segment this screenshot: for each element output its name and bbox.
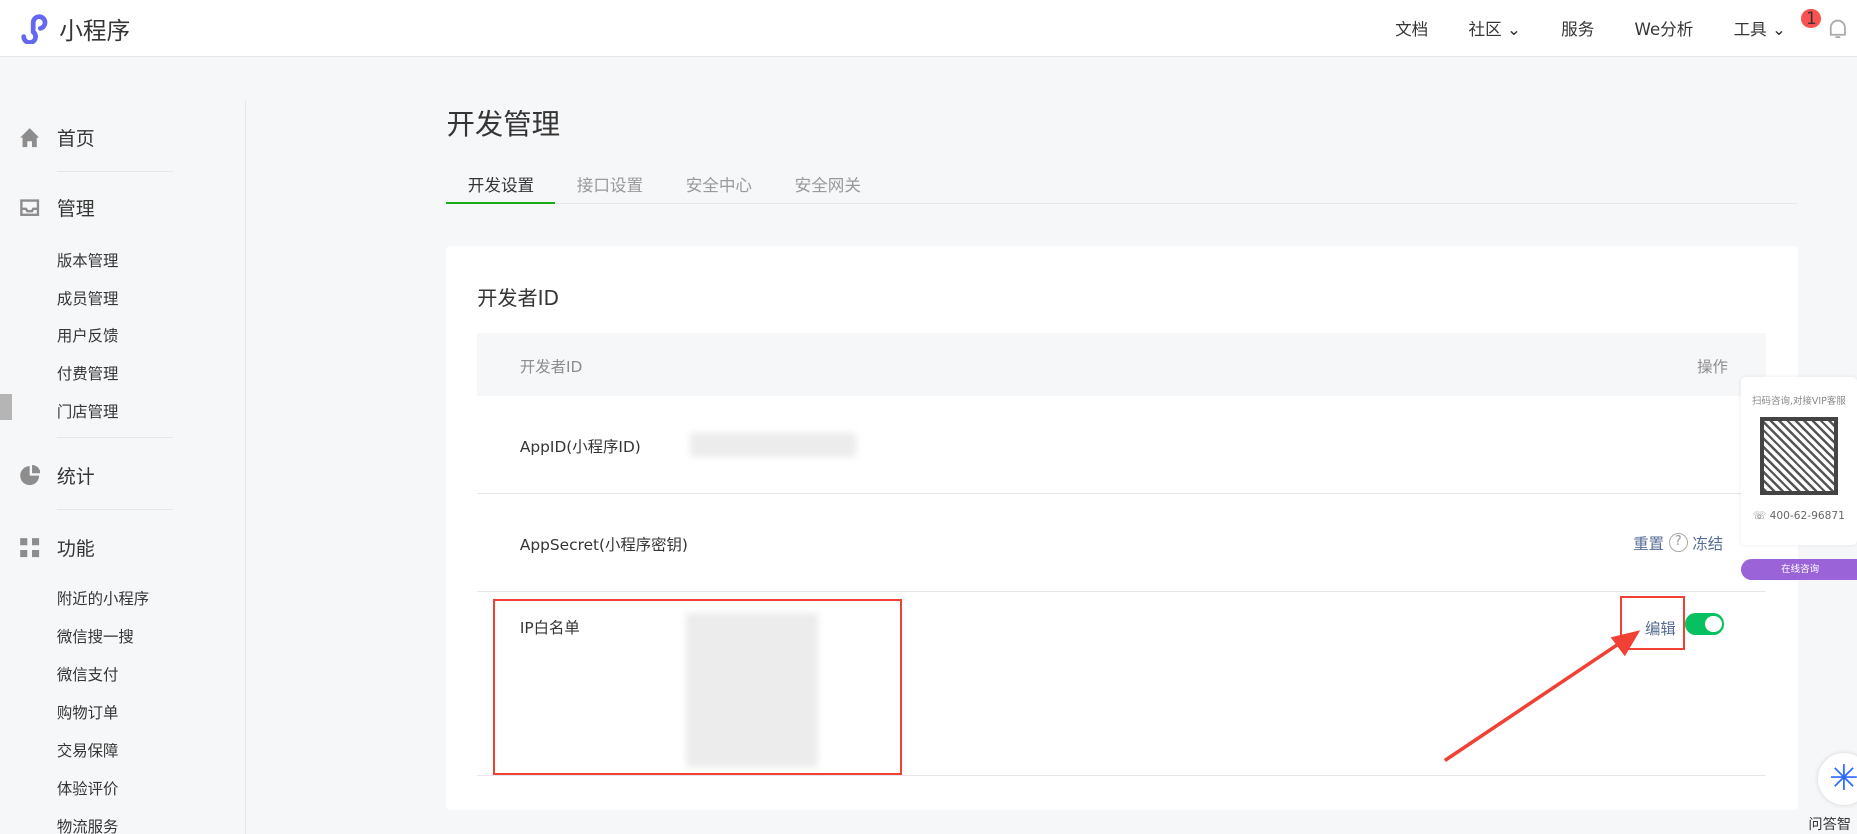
sidebar-collapse-handle[interactable]	[0, 394, 12, 421]
appid-value-redacted	[690, 433, 857, 458]
inbox-icon	[20, 199, 40, 216]
assistant-icon[interactable]: ✳	[1817, 753, 1857, 806]
qr-code-icon	[1759, 416, 1838, 495]
table-row-appid: AppID(小程序ID)	[477, 396, 1766, 494]
nav-services[interactable]: 服务	[1561, 16, 1594, 40]
sidebar-label: 功能	[56, 538, 95, 561]
assistant-label: 问答智能	[1808, 816, 1852, 833]
pie-chart-icon	[20, 464, 41, 485]
vip-consult-panel: 扫码咨询,对接VIP客服 ☏ 400-62-96871	[1740, 376, 1857, 545]
app-name: 小程序	[59, 16, 131, 45]
sidebar-item-nearby[interactable]: 附近的小程序	[57, 587, 149, 609]
phone-text: 400-62-96871	[1769, 509, 1845, 522]
sidebar-item-wxpay[interactable]: 微信支付	[57, 663, 119, 685]
sidebar: 首页 管理 版本管理 成员管理 用户反馈 付费管理 门店管理 统计 功能 附近的…	[0, 100, 247, 834]
divider	[56, 509, 173, 511]
nav-tools[interactable]: 工具 ⌄	[1734, 16, 1786, 40]
sidebar-label: 首页	[56, 128, 95, 151]
appid-label: AppID(小程序ID)	[519, 437, 641, 456]
card-title: 开发者ID	[477, 285, 560, 310]
notification-badge: 1	[1801, 9, 1822, 29]
sidebar-item-members[interactable]: 成员管理	[57, 287, 119, 309]
tab-security-center[interactable]: 安全中心	[664, 166, 773, 204]
help-icon[interactable]: ?	[1668, 533, 1688, 553]
sidebar-item-guarantee[interactable]: 交易保障	[57, 739, 119, 761]
col-developer-id: 开发者ID	[519, 358, 583, 377]
sidebar-label: 管理	[56, 198, 95, 221]
highlight-box-ip	[492, 599, 903, 775]
top-bar: 小程序 文档 社区 ⌄ 服务 We分析 工具 ⌄ 1	[0, 0, 1857, 57]
qr-caption: 扫码咨询,对接VIP客服	[1752, 396, 1846, 408]
sidebar-item-search[interactable]: 微信搜一搜	[57, 625, 134, 647]
sidebar-item-stats[interactable]: 统计	[19, 462, 95, 489]
logo[interactable]: 小程序	[19, 12, 130, 46]
table-header: 开发者ID 操作	[477, 332, 1766, 396]
page-title: 开发管理	[446, 107, 561, 141]
reset-link[interactable]: 重置	[1633, 532, 1664, 554]
col-action: 操作	[1697, 358, 1728, 377]
sidebar-item-reviews[interactable]: 体验评价	[57, 777, 119, 799]
table-row-appsecret: AppSecret(小程序密钥) 重置 ? 冻结	[477, 494, 1766, 593]
bell-icon[interactable]: 1	[1801, 9, 1850, 41]
sidebar-item-orders[interactable]: 购物订单	[57, 701, 119, 723]
tab-api-settings[interactable]: 接口设置	[555, 166, 664, 204]
nav-docs[interactable]: 文档	[1395, 16, 1428, 40]
divider	[56, 170, 173, 172]
sidebar-item-home[interactable]: 首页	[19, 124, 95, 151]
ip-whitelist-toggle[interactable]	[1685, 613, 1725, 635]
divider	[56, 436, 173, 439]
tab-security-gateway[interactable]: 安全网关	[773, 166, 882, 204]
sidebar-item-manage[interactable]: 管理	[19, 194, 95, 221]
sidebar-item-feedback[interactable]: 用户反馈	[57, 324, 119, 346]
sidebar-item-features[interactable]: 功能	[19, 534, 95, 561]
sidebar-item-payment[interactable]: 付费管理	[57, 362, 119, 384]
phone-number: ☏ 400-62-96871	[1752, 509, 1845, 522]
sidebar-label: 统计	[56, 465, 95, 488]
home-icon	[20, 128, 40, 148]
sidebar-item-logistics[interactable]: 物流服务	[57, 815, 119, 834]
tab-bar: 开发设置 接口设置 安全中心 安全网关	[446, 166, 1797, 204]
tab-dev-settings[interactable]: 开发设置	[446, 166, 556, 204]
nav-we-analytics[interactable]: We分析	[1635, 16, 1694, 40]
sidebar-item-version[interactable]: 版本管理	[57, 249, 119, 271]
freeze-link[interactable]: 冻结	[1692, 532, 1723, 554]
grid-icon	[20, 538, 40, 558]
miniprogram-logo-icon	[21, 14, 48, 45]
nav-community[interactable]: 社区 ⌄	[1469, 16, 1521, 40]
sidebar-item-stores[interactable]: 门店管理	[57, 400, 119, 422]
appsecret-label: AppSecret(小程序密钥)	[519, 535, 688, 554]
online-consult-button[interactable]: 在线咨询	[1740, 558, 1857, 581]
annotation-arrow-icon	[1443, 630, 1641, 762]
